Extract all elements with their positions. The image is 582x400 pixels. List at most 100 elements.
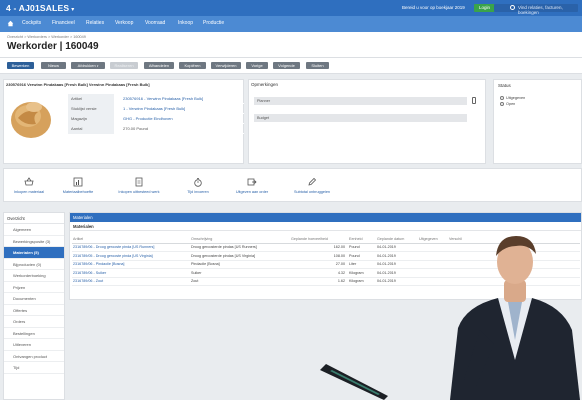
menu-verkoop[interactable]: Verkoop xyxy=(115,20,133,26)
quick-purchase-outsourced[interactable]: Inkopen uitbesteed werk xyxy=(114,177,164,195)
column-header[interactable]: Geplande datum xyxy=(376,235,418,244)
field-quantity: Aantal 270.00 Pound xyxy=(68,124,244,134)
document-icon xyxy=(135,177,143,187)
quick-actions-bar: Inkopen materiaal Materiaalbehoefte Inko… xyxy=(3,168,582,202)
chart-icon xyxy=(73,177,83,187)
sidebar-item-byproducts[interactable]: Bijproducten (0) xyxy=(4,259,64,270)
sidebar-item-purchases[interactable]: Bestellingen xyxy=(4,328,64,339)
chevron-down-icon: ▾ xyxy=(96,64,99,68)
sidebar-item-quotes[interactable]: Offertes xyxy=(4,305,64,316)
bom-version-link[interactable]: 1 - Verwinn Pindakaas [Fresh Bulk] xyxy=(123,104,185,114)
delete-button[interactable]: Verwijderen xyxy=(211,62,241,69)
quick-label: Subtotal onbruggeien xyxy=(293,190,331,194)
home-icon[interactable] xyxy=(7,20,14,27)
planned-date-cell: 04-01-2019 xyxy=(376,277,418,286)
handle-button[interactable]: Afhandelen xyxy=(144,62,174,69)
realize-button[interactable]: Realiseren xyxy=(110,62,138,69)
menu-financieel[interactable]: Financieel xyxy=(52,20,75,26)
menu-inkoop[interactable]: Inkoop xyxy=(178,20,193,26)
sidebar-item-deliveries[interactable]: Uitleveren xyxy=(4,339,64,351)
field-label: Stuklijst versie xyxy=(68,104,114,114)
breadcrumb[interactable]: Overzicht > Werkorders > Werkorder > 160… xyxy=(7,35,86,39)
sidebar-item-time[interactable]: Tijd xyxy=(4,362,64,374)
field-label: Aantal xyxy=(68,124,114,134)
description-cell: Pindaolie [Bosna] xyxy=(190,260,290,269)
status-title: Status xyxy=(498,83,511,88)
article-cell[interactable]: 2316789/06 - Droog gerooste pinda [US Ru… xyxy=(72,243,190,252)
sidebar-header[interactable]: Overzicht xyxy=(4,213,64,224)
planner-field[interactable]: Planner xyxy=(254,97,476,105)
edit-button[interactable]: Bewerken xyxy=(7,62,34,69)
quick-issue-to-order[interactable]: Uitgeven aan order xyxy=(227,177,277,195)
previous-button[interactable]: Vorige xyxy=(246,62,268,69)
new-button[interactable]: Nieuw xyxy=(41,62,66,69)
quick-subtotal[interactable]: Subtotal onbruggeien xyxy=(287,177,337,195)
notes-card: Opmerkingen Planner Budget xyxy=(248,79,486,164)
quick-enter-time[interactable]: Tijd invoeren xyxy=(173,177,223,195)
promo-text[interactable]: Bereid u voor op boekjaar 2019 xyxy=(402,5,465,10)
action-bar: Bewerken Nieuw Afdrukken ▾ Realiseren Af… xyxy=(0,58,582,74)
menu-cockpits[interactable]: Cockpits xyxy=(22,20,41,26)
status-label: Open xyxy=(506,102,516,106)
app-switcher[interactable]: 4 - AJ01SALES ▾ xyxy=(6,3,74,13)
description-cell: Droog geroosterde pindas [US Runners] xyxy=(190,243,290,252)
sidebar-item-documents[interactable]: Documenten xyxy=(4,293,64,305)
sidebar-item-work-order-booking[interactable]: Werkorderboeking xyxy=(4,270,64,282)
top-bar: 4 - AJ01SALES ▾ Bereid u voor op boekjaar… xyxy=(0,0,582,16)
menu-productie[interactable]: Productie xyxy=(203,20,224,26)
column-header[interactable]: Omschrijving xyxy=(190,235,290,244)
field-label: Artikel xyxy=(68,94,114,104)
login-button[interactable]: Login xyxy=(474,4,496,12)
column-header[interactable]: Geplande hoeveelheid xyxy=(290,235,348,244)
sidebar-item-received-product[interactable]: Ontvangen product xyxy=(4,351,64,362)
sidebar-item-orders[interactable]: Orders xyxy=(4,316,64,328)
sidebar-item-general[interactable]: Algemeen xyxy=(4,224,64,236)
print-button[interactable]: Afdrukken ▾ xyxy=(71,62,105,69)
planned-date-cell: 04-01-2019 xyxy=(376,260,418,269)
notes-title: Opmerkingen xyxy=(251,82,279,87)
article-cell[interactable]: 2316789/06 - Zout xyxy=(72,277,190,286)
app-title: 4 - AJ01SALES xyxy=(6,3,70,13)
menu-relaties[interactable]: Relaties xyxy=(86,20,104,26)
unit-cell: Liter xyxy=(348,260,376,269)
quick-purchase-material[interactable]: Inkopen materiaal xyxy=(4,177,54,195)
radio-icon xyxy=(500,96,504,100)
description-cell: Zout xyxy=(190,277,290,286)
status-card: Status Uitgegeven Open xyxy=(493,79,582,164)
column-header[interactable]: Artikel xyxy=(72,235,190,244)
sidebar-item-operations[interactable]: Bewerkingsposite (3) xyxy=(4,236,64,247)
quick-label: Inkopen materiaal xyxy=(13,190,45,194)
copy-button[interactable]: Kopiëren xyxy=(179,62,206,69)
article-cell[interactable]: 2316789/06 - Pindaolie [Bosna] xyxy=(72,260,190,269)
planned-date-cell: 04-01-2019 xyxy=(376,268,418,278)
warehouse-link[interactable]: GHG - Productie Eindhoven xyxy=(123,114,173,124)
search-input[interactable]: Vind relaties, facturen, boekingen xyxy=(494,4,578,15)
quick-label: Uitgeven aan order xyxy=(235,190,269,194)
edit-icon xyxy=(308,177,317,186)
planned-date-cell: 04-01-2019 xyxy=(376,243,418,252)
menu-voorraad[interactable]: Voorraad xyxy=(145,20,165,26)
field-label: Magazijn xyxy=(68,114,114,124)
status-option-open[interactable]: Open xyxy=(500,102,515,106)
planned-quantity-cell: 1.62 xyxy=(290,277,348,286)
column-header[interactable]: Eenheid xyxy=(348,235,376,244)
status-option-issued[interactable]: Uitgegeven xyxy=(500,96,525,100)
unit-cell: Pound xyxy=(348,251,376,261)
close-button[interactable]: Sluiten xyxy=(306,62,329,69)
quick-material-needs[interactable]: Materiaalbehoefte xyxy=(53,177,103,195)
planner-label: Planner xyxy=(257,99,271,103)
search-icon xyxy=(510,5,515,10)
stopwatch-icon xyxy=(194,178,202,187)
sidebar: Overzicht Algemeen Bewerkingsposite (3) … xyxy=(3,212,65,400)
article-cell[interactable]: 2316789/06 - Suiker xyxy=(72,268,190,278)
next-button[interactable]: Volgende xyxy=(273,62,300,69)
budget-field[interactable]: Budget xyxy=(254,114,467,122)
sidebar-item-materials[interactable]: Materialen (5) xyxy=(4,247,64,259)
article-cell[interactable]: 2316789/05 - Droog gerooste pinda [US Vi… xyxy=(72,251,190,261)
description-cell: Suiker xyxy=(190,268,290,278)
attachment-icon[interactable] xyxy=(472,97,476,104)
article-link[interactable]: 230576916 - Verwinn Pindakaas [Fresh Bul… xyxy=(123,94,203,104)
unit-cell: Pound xyxy=(348,243,376,252)
chevron-down-icon: ▾ xyxy=(71,7,75,13)
sidebar-item-prices[interactable]: Prijzen xyxy=(4,282,64,293)
